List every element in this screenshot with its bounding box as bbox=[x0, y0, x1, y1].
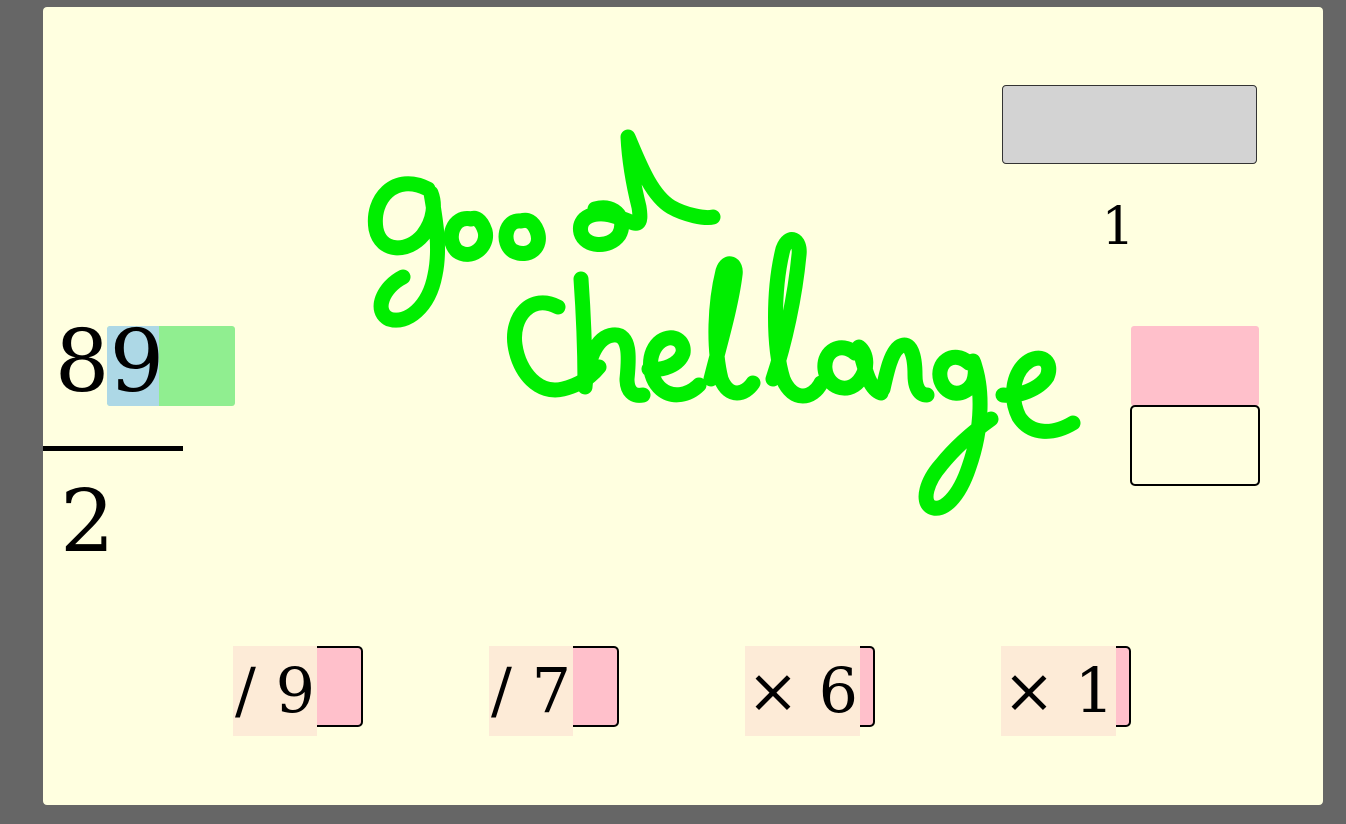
scribble-letter-g bbox=[918, 349, 999, 516]
operation-label[interactable]: / 7 bbox=[489, 646, 574, 736]
scribble-letter-l bbox=[703, 256, 761, 401]
operation-label[interactable]: × 6 bbox=[745, 646, 861, 736]
operation-card-divide-9[interactable]: / 9 bbox=[233, 646, 363, 736]
fraction-denominator[interactable]: 2 bbox=[60, 472, 115, 572]
numerator-digit[interactable]: 1 bbox=[43, 312, 55, 412]
scribble-letter-l bbox=[765, 232, 829, 404]
operation-card-divide-7[interactable]: / 7 bbox=[489, 646, 619, 736]
scribble-letter-a bbox=[817, 339, 889, 401]
scribble-letter-o bbox=[498, 212, 546, 261]
scribble-letter-d bbox=[573, 129, 721, 252]
scribble-letter-c bbox=[507, 295, 607, 398]
answer-slot[interactable] bbox=[1130, 405, 1260, 486]
scribble-letter-n bbox=[875, 337, 935, 403]
score-bar bbox=[1002, 85, 1257, 164]
game-board: 1 189 2 / 9 / 7 × 6 × 1 bbox=[43, 7, 1323, 805]
numerator-digit[interactable]: 9 bbox=[109, 312, 164, 412]
numerator-digit[interactable]: 8 bbox=[55, 312, 110, 412]
level-number: 1 bbox=[1101, 197, 1135, 257]
fraction: 189 2 bbox=[43, 312, 270, 572]
operation-label[interactable]: × 1 bbox=[1001, 646, 1117, 736]
operation-label[interactable]: / 9 bbox=[233, 646, 318, 736]
scribble-letter-h bbox=[573, 271, 651, 403]
fraction-bar bbox=[43, 446, 183, 451]
operation-card-times-1[interactable]: × 1 bbox=[1001, 646, 1131, 736]
scribble-letter-g bbox=[367, 176, 446, 328]
scribble-letter-e bbox=[641, 330, 707, 403]
scribble-letter-e bbox=[995, 350, 1081, 439]
scribble-letter-o bbox=[443, 210, 493, 262]
fraction-numerator: 189 bbox=[43, 312, 164, 412]
target-drop-zone[interactable] bbox=[1131, 326, 1259, 406]
operation-card-times-6[interactable]: × 6 bbox=[745, 646, 875, 736]
